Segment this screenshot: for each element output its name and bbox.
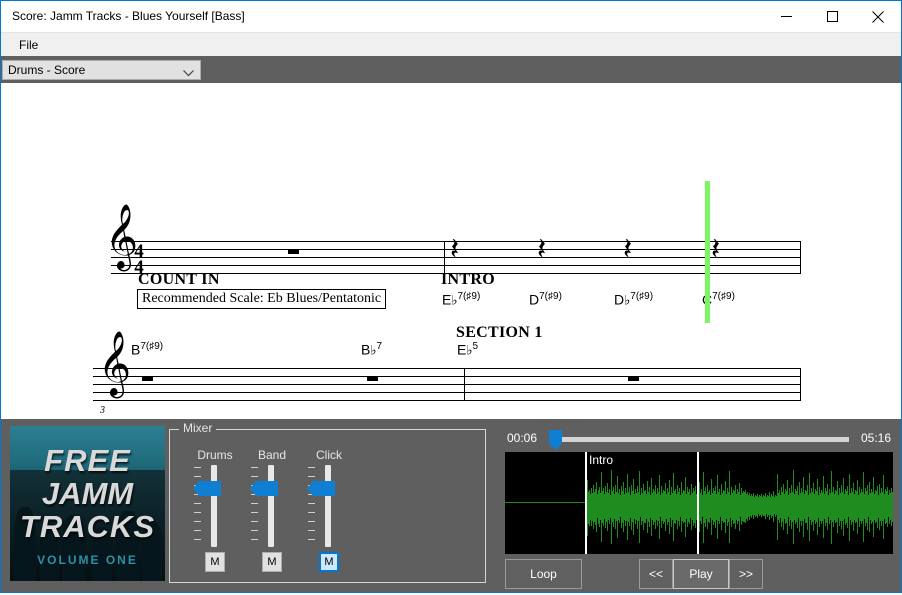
time-signature-denominator: 4 bbox=[134, 257, 144, 278]
section-heading-section-1: SECTION 1 bbox=[456, 324, 543, 341]
chord-symbol: B7(♯9) bbox=[131, 341, 164, 358]
bottom-panel: FREE JAMM TRACKS VOLUME ONE Mixer Drums … bbox=[1, 419, 901, 592]
barline-end bbox=[800, 241, 801, 274]
toolbar: Drums - Score bbox=[1, 56, 901, 83]
seek-slider[interactable] bbox=[549, 437, 849, 442]
album-art-volume: VOLUME ONE bbox=[37, 553, 138, 567]
menu-item-file[interactable]: File bbox=[13, 37, 44, 53]
quarter-rest-icon: 𝄽 bbox=[623, 232, 633, 267]
drums-mute-button[interactable]: M bbox=[205, 552, 225, 572]
mixer-channel-label: Click bbox=[316, 448, 342, 462]
mixer-group: Mixer Drums M Band M Click M bbox=[169, 421, 486, 583]
quarter-rest-icon: 𝄽 bbox=[450, 232, 460, 267]
chevron-down-icon bbox=[183, 66, 194, 80]
chord-symbol: E♭7(♯9) bbox=[442, 291, 481, 309]
chord-symbol: B♭7 bbox=[361, 341, 383, 359]
next-button[interactable]: >> bbox=[729, 559, 763, 589]
album-art: FREE JAMM TRACKS VOLUME ONE bbox=[10, 426, 165, 581]
whole-rest-icon bbox=[288, 249, 299, 254]
current-time: 00:06 bbox=[507, 431, 538, 445]
staff-system-2 bbox=[93, 368, 801, 401]
slider-ticks bbox=[251, 465, 259, 547]
album-art-line-2: JAMM bbox=[41, 476, 134, 511]
transport-buttons: Loop << Play >> bbox=[505, 559, 893, 595]
seek-thumb[interactable] bbox=[549, 430, 562, 450]
waveform-graphic bbox=[587, 470, 893, 544]
total-time: 05:16 bbox=[860, 431, 891, 445]
seek-row: 00:06 05:16 bbox=[505, 429, 893, 450]
recommended-scale-box: Recommended Scale: Eb Blues/Pentatonic bbox=[137, 289, 387, 309]
quarter-rest-icon: 𝄽 bbox=[711, 232, 721, 267]
close-button[interactable] bbox=[855, 1, 901, 32]
part-select-value: Drums - Score bbox=[8, 63, 86, 77]
part-select[interactable]: Drums - Score bbox=[2, 60, 201, 80]
album-art-line-1: FREE bbox=[44, 443, 131, 478]
score-window: Score: Jamm Tracks - Blues Yourself [Bas… bbox=[0, 0, 902, 593]
band-mute-button[interactable]: M bbox=[262, 552, 282, 572]
chord-symbol: D7(♯9) bbox=[529, 291, 562, 308]
slider-ticks bbox=[194, 465, 202, 547]
loop-button[interactable]: Loop bbox=[505, 559, 582, 589]
album-art-line-3: TRACKS bbox=[19, 509, 156, 544]
barline-end bbox=[800, 368, 801, 401]
minimize-button[interactable] bbox=[763, 1, 809, 32]
mixer-channel-click: Click M bbox=[294, 448, 364, 572]
album-art-title: FREE JAMM TRACKS bbox=[10, 444, 165, 543]
mixer-legend: Mixer bbox=[179, 421, 217, 435]
playhead[interactable] bbox=[705, 181, 710, 323]
whole-rest-icon bbox=[142, 376, 153, 381]
whole-rest-icon bbox=[628, 376, 639, 381]
click-mute-button[interactable]: M bbox=[319, 552, 339, 572]
previous-button[interactable]: << bbox=[639, 559, 673, 589]
menu-bar: File bbox=[1, 32, 901, 57]
window-title: Score: Jamm Tracks - Blues Yourself [Bas… bbox=[12, 9, 245, 23]
maximize-button[interactable] bbox=[809, 1, 855, 32]
transport-panel: 00:06 05:16 Intro Loop << Play >> bbox=[505, 429, 893, 589]
measure-number: 3 bbox=[100, 405, 105, 416]
click-volume-slider[interactable] bbox=[294, 465, 364, 547]
window-controls bbox=[763, 1, 901, 32]
waveform-view[interactable]: Intro bbox=[505, 452, 893, 554]
treble-clef-icon: 𝄞 bbox=[98, 331, 132, 396]
slider-track bbox=[325, 465, 331, 547]
whole-rest-icon bbox=[367, 376, 378, 381]
chord-symbol: E♭5 bbox=[457, 341, 479, 359]
barline bbox=[464, 368, 465, 401]
slider-track bbox=[268, 465, 274, 547]
slider-ticks bbox=[308, 465, 316, 547]
title-bar: Score: Jamm Tracks - Blues Yourself [Bas… bbox=[1, 1, 901, 32]
quarter-rest-icon: 𝄽 bbox=[537, 232, 547, 267]
chord-symbol: D♭7(♯9) bbox=[614, 291, 654, 309]
score-canvas[interactable]: COUNT IN INTRO Recommended Scale: Eb Blu… bbox=[1, 83, 901, 419]
play-button[interactable]: Play bbox=[673, 559, 729, 589]
slider-track bbox=[211, 465, 217, 547]
barline bbox=[444, 241, 445, 274]
